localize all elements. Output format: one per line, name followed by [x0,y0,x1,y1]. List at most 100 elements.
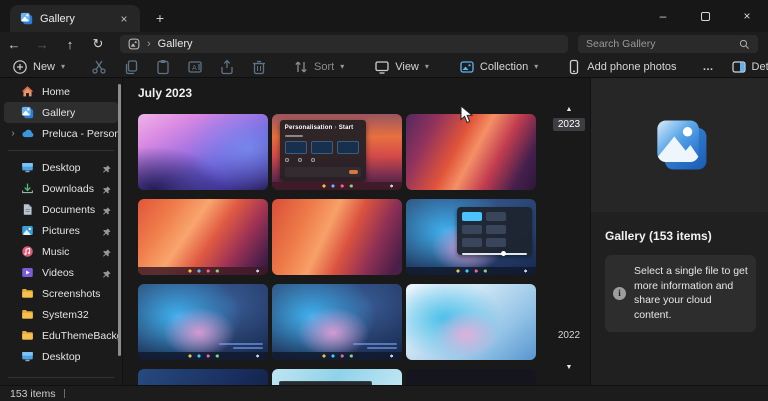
sidebar-item-screenshots[interactable]: Screenshots [4,283,118,304]
sidebar-item-pictures[interactable]: Pictures [4,220,118,241]
sidebar-item-label: System32 [42,309,118,321]
phone-icon [566,59,582,75]
rename-button[interactable]: A [179,56,211,77]
photo-thumbnail[interactable] [272,199,402,275]
thumbnail-taskbar [406,267,536,275]
gallery-grid: July 2023 Personalisation›Start [122,78,590,385]
sidebar-item-label: Pictures [42,225,101,237]
details-label: Details [752,61,768,73]
timeline-next-year[interactable]: 2022 [549,330,589,341]
timeline-scrubber[interactable]: ▲ 2023 2022 ▼ [549,78,589,385]
collection-button[interactable]: Collection ▾ [451,56,546,77]
details-button[interactable]: Details [723,59,768,75]
sort-button[interactable]: Sort ▾ [285,56,352,77]
statusbar-divider [64,389,65,398]
sidebar-item-downloads[interactable]: Downloads [4,178,118,199]
refresh-icon[interactable]: ↻ [84,36,112,52]
thumbnail-taskbar [138,352,268,360]
collection-label: Collection [480,61,528,73]
delete-button[interactable] [243,56,275,77]
photo-thumbnail[interactable] [272,369,402,385]
new-tab-button[interactable]: + [150,8,170,28]
forward-icon[interactable]: → [28,37,56,52]
pin-icon [101,183,113,195]
svg-text:A: A [192,65,197,72]
photo-thumbnail[interactable]: Personalisation›Start [272,114,402,190]
pin-icon [101,225,113,237]
add-phone-photos-label: Add phone photos [587,61,676,73]
sidebar-item-home[interactable]: Home [4,81,118,102]
sidebar-separator [8,377,114,378]
view-label: View [395,61,419,73]
search-input[interactable] [586,38,739,50]
sidebar-scrollbar[interactable] [118,84,121,356]
timeline-current-year[interactable]: 2023 [553,118,585,131]
copy-icon [123,59,139,75]
sidebar-item-desktop-folder[interactable]: Desktop [4,346,118,367]
desktop-icon [20,349,35,364]
up-icon[interactable]: ↑ [56,37,84,52]
scroll-up-icon[interactable]: ▲ [549,106,589,113]
thumbnail-taskbar [272,182,402,190]
tab-gallery[interactable]: Gallery × [10,5,140,32]
copy-button[interactable] [115,56,147,77]
details-heading: Gallery (153 items) [605,229,754,243]
file-explorer-window: Gallery × + – × ← → ↑ ↻ › Gallery [0,0,768,401]
new-button[interactable]: New ▾ [4,56,73,77]
thumbnail-taskbar [272,352,402,360]
search-icon[interactable] [739,39,750,50]
search-box[interactable] [578,35,758,53]
photo-thumbnail[interactable] [138,284,268,360]
view-icon [374,59,390,75]
sidebar-item-eduthemebackgrounds[interactable]: EduThemeBackgrounds [4,325,118,346]
minimize-button[interactable]: – [642,0,684,32]
preview-area [591,78,768,212]
sidebar-separator [8,150,114,151]
details-pane-icon [731,59,747,75]
add-phone-photos-button[interactable]: Add phone photos [558,56,684,77]
share-button[interactable] [211,56,243,77]
chevron-right-icon[interactable]: › [8,128,18,139]
sidebar-item-system32[interactable]: System32 [4,304,118,325]
maximize-button[interactable] [684,0,726,32]
folder-icon [20,307,35,322]
sidebar-item-label: Desktop [42,351,118,363]
sidebar-item-label: Preluca - Personal [42,128,118,140]
more-options-button[interactable]: … [695,56,723,77]
photo-thumbnail[interactable] [406,114,536,190]
breadcrumb[interactable]: Gallery [158,38,193,50]
photo-thumbnail[interactable] [272,284,402,360]
tab-close-icon[interactable]: × [116,11,132,27]
close-button[interactable]: × [726,0,768,32]
home-icon [20,84,35,99]
photo-thumbnail[interactable] [138,199,268,275]
address-bar[interactable]: › Gallery [120,35,568,53]
info-text: Select a single file to get more informa… [634,264,748,323]
sidebar-item-gallery[interactable]: Gallery [4,102,118,123]
quick-settings-overlay [457,207,532,256]
folder-icon [20,328,35,343]
sidebar-item-onedrive[interactable]: › Preluca - Personal [4,123,118,144]
back-icon[interactable]: ← [0,37,28,52]
photo-thumbnail[interactable] [138,369,268,385]
photo-thumbnail[interactable] [138,114,268,190]
onedrive-cloud-icon [20,126,35,141]
paste-button[interactable] [147,56,179,77]
photo-thumbnail[interactable] [406,369,536,385]
gallery-large-icon [646,111,714,179]
pin-icon [101,246,113,258]
sidebar-item-videos[interactable]: Videos [4,262,118,283]
settings-title: Personalisation [285,125,333,131]
photo-thumbnail[interactable] [406,284,536,360]
view-button[interactable]: View ▾ [366,56,437,77]
pin-icon [101,204,113,216]
photo-thumbnail[interactable] [406,199,536,275]
cut-button[interactable] [83,56,115,77]
sidebar-item-label: Documents [42,204,101,216]
scroll-down-icon[interactable]: ▼ [549,364,589,371]
sidebar-item-music[interactable]: Music [4,241,118,262]
tab-title: Gallery [40,13,116,25]
sidebar-item-documents[interactable]: Documents [4,199,118,220]
sidebar-item-desktop[interactable]: Desktop [4,157,118,178]
details-pane: Gallery (153 items) i Select a single fi… [590,78,768,385]
